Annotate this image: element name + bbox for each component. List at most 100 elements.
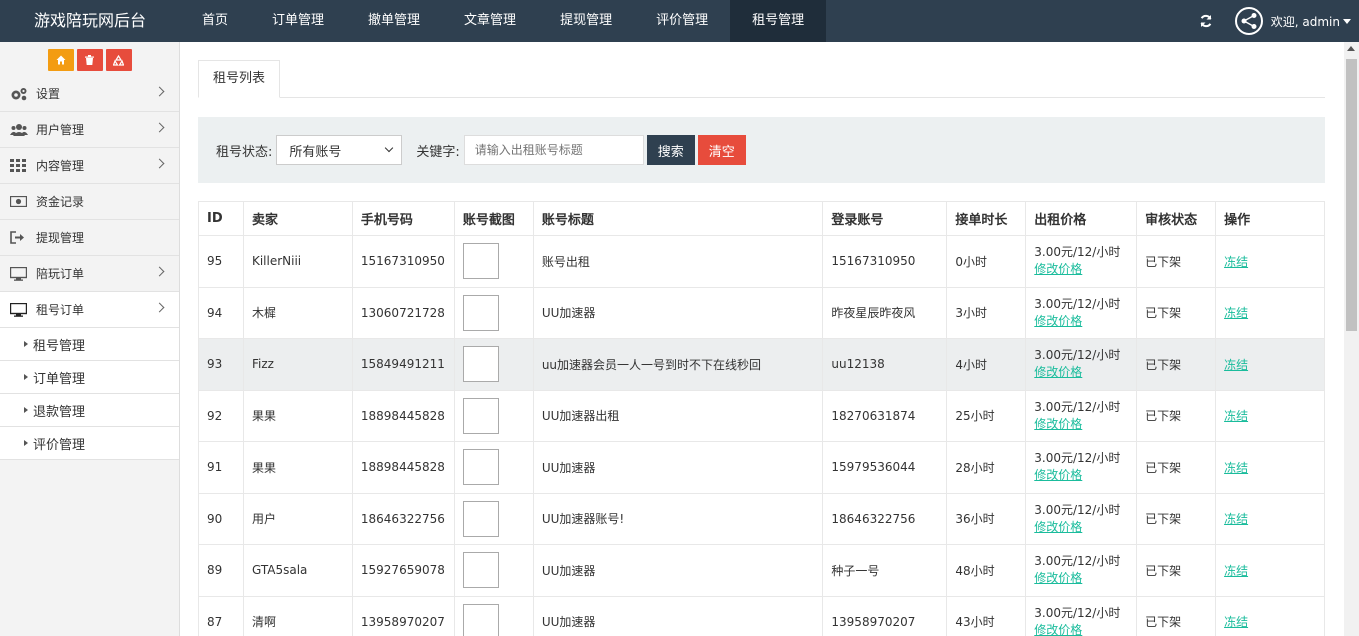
sidebar-item-rental-orders[interactable]: 租号订单 — [0, 292, 179, 328]
cell-actions: 冻结 — [1215, 595, 1325, 636]
edit-price-link[interactable]: 修改价格 — [1034, 519, 1136, 536]
column-header: 手机号码 — [351, 201, 455, 236]
broken-image-icon[interactable] — [462, 449, 499, 486]
table-row: 87 清啊 13958970207 UU加速器 13958970207 43小时 3.00元… — [198, 595, 1325, 636]
cell-price: 3.00元/12/小时 修改价格 — [1025, 595, 1138, 636]
sidebar-item-settings[interactable]: 设置 — [0, 76, 179, 112]
avatar[interactable] — [1234, 7, 1263, 35]
freeze-link[interactable]: 冻结 — [1224, 461, 1248, 475]
freeze-link[interactable]: 冻结 — [1224, 409, 1248, 423]
freeze-link[interactable]: 冻结 — [1224, 306, 1248, 320]
top-nav: 首页 订单管理 撤单管理 文章管理 提现管理 评价管理 租号管理 — [180, 0, 827, 42]
chevron-right-icon — [154, 158, 165, 169]
sidebar-item-funds[interactable]: 资金记录 — [0, 184, 179, 220]
sidebar-item-withdrawals[interactable]: 提现管理 — [0, 220, 179, 256]
broken-image-icon[interactable] — [462, 603, 499, 636]
sidebar-subitem-rental-manage[interactable]: 租号管理 — [0, 328, 179, 361]
status-filter-select[interactable]: 所有账号 — [276, 135, 403, 165]
tab-rental-list[interactable]: 租号列表 — [198, 60, 281, 98]
cell-phone: 13060721728 — [351, 286, 455, 339]
column-header: 接单时长 — [946, 201, 1027, 236]
edit-price-link[interactable]: 修改价格 — [1034, 416, 1136, 433]
cell-duration: 25小时 — [946, 389, 1027, 442]
column-header: 账号截图 — [453, 201, 534, 236]
cell-title: UU加速器 — [532, 544, 824, 597]
trash-button[interactable] — [76, 49, 103, 71]
cell-seller: 用户 — [242, 492, 353, 545]
broken-image-icon[interactable] — [462, 552, 499, 589]
column-header: 账号标题 — [532, 201, 824, 236]
broken-image-icon[interactable] — [462, 243, 499, 280]
edit-price-link[interactable]: 修改价格 — [1034, 261, 1136, 278]
sidebar-subitem-label: 评价管理 — [33, 437, 86, 453]
sidebar-item-content[interactable]: 内容管理 — [0, 148, 179, 184]
search-button[interactable]: 搜索 — [646, 135, 695, 165]
scroll-up-icon[interactable] — [1347, 46, 1355, 51]
freeze-link[interactable]: 冻结 — [1224, 564, 1248, 578]
freeze-link[interactable]: 冻结 — [1224, 358, 1248, 372]
sidebar-item-users[interactable]: 用户管理 — [0, 112, 179, 148]
caret-right-icon — [24, 440, 28, 446]
column-header: 登录账号 — [822, 201, 948, 236]
refresh-icon[interactable] — [1191, 0, 1221, 42]
caret-down-icon — [1343, 18, 1351, 24]
nav-item-home[interactable]: 首页 — [180, 0, 250, 42]
sidebar-subitem-refund-manage[interactable]: 退款管理 — [0, 394, 179, 427]
sidebar-subitem-order-manage[interactable]: 订单管理 — [0, 361, 179, 394]
freeze-link[interactable]: 冻结 — [1224, 512, 1248, 526]
clear-button[interactable]: 清空 — [697, 135, 746, 165]
chevron-right-icon — [154, 86, 165, 97]
cell-actions: 冻结 — [1215, 441, 1325, 494]
nav-item-articles[interactable]: 文章管理 — [442, 0, 538, 42]
cell-actions: 冻结 — [1215, 389, 1325, 442]
home-button[interactable] — [47, 49, 74, 71]
broken-image-icon[interactable] — [462, 500, 499, 537]
cell-screenshot — [453, 235, 534, 288]
sidebar-subitem-label: 租号管理 — [33, 338, 86, 354]
edit-price-link[interactable]: 修改价格 — [1034, 313, 1136, 330]
cell-actions: 冻结 — [1215, 286, 1325, 339]
broken-image-icon[interactable] — [462, 294, 499, 331]
price-value: 3.00元/12/小时 — [1034, 554, 1121, 569]
cell-duration: 0小时 — [946, 235, 1027, 288]
nav-item-orders[interactable]: 订单管理 — [250, 0, 346, 42]
edit-price-link[interactable]: 修改价格 — [1034, 364, 1136, 381]
cell-screenshot — [453, 595, 534, 636]
cell-login: 13958970207 — [822, 595, 948, 636]
cell-actions: 冻结 — [1215, 492, 1325, 545]
nav-item-withdrawals[interactable]: 提现管理 — [538, 0, 634, 42]
sidebar-subitem-label: 退款管理 — [33, 404, 86, 420]
scrollbar[interactable] — [1344, 42, 1359, 636]
cell-status: 已下架 — [1136, 595, 1217, 636]
sidebar-item-label: 提现管理 — [36, 231, 85, 245]
broken-image-icon[interactable] — [462, 346, 499, 383]
edit-price-link[interactable]: 修改价格 — [1034, 622, 1136, 636]
cell-seller: Fizz — [242, 338, 353, 391]
nav-item-reviews[interactable]: 评价管理 — [634, 0, 730, 42]
caret-right-icon — [24, 341, 28, 347]
cell-price: 3.00元/12/小时 修改价格 — [1025, 286, 1138, 339]
keyword-input[interactable] — [463, 135, 644, 165]
sidebar-subitem-label: 订单管理 — [33, 371, 86, 387]
cell-price: 3.00元/12/小时 修改价格 — [1025, 389, 1138, 442]
cell-price: 3.00元/12/小时 修改价格 — [1025, 235, 1138, 288]
user-menu[interactable]: 欢迎, admin — [1271, 13, 1351, 30]
trash-icon — [85, 55, 94, 65]
nav-item-rental[interactable]: 租号管理 — [730, 0, 827, 42]
cell-status: 已下架 — [1136, 235, 1217, 288]
recycle-button[interactable] — [105, 49, 132, 71]
freeze-link[interactable]: 冻结 — [1224, 255, 1248, 269]
cell-actions: 冻结 — [1215, 235, 1325, 288]
freeze-link[interactable]: 冻结 — [1224, 615, 1248, 629]
cell-duration: 48小时 — [946, 544, 1027, 597]
edit-price-link[interactable]: 修改价格 — [1034, 570, 1136, 587]
cell-login: 15167310950 — [822, 235, 948, 288]
edit-price-link[interactable]: 修改价格 — [1034, 467, 1136, 484]
price-value: 3.00元/12/小时 — [1034, 348, 1121, 363]
broken-image-icon[interactable] — [462, 397, 499, 434]
nav-item-cancellations[interactable]: 撤单管理 — [346, 0, 442, 42]
sidebar-item-play-orders[interactable]: 陪玩订单 — [0, 256, 179, 292]
scrollbar-thumb[interactable] — [1346, 59, 1357, 331]
sidebar-subitem-review-manage[interactable]: 评价管理 — [0, 427, 179, 460]
app-title[interactable]: 游戏陪玩网后台 — [0, 0, 180, 42]
